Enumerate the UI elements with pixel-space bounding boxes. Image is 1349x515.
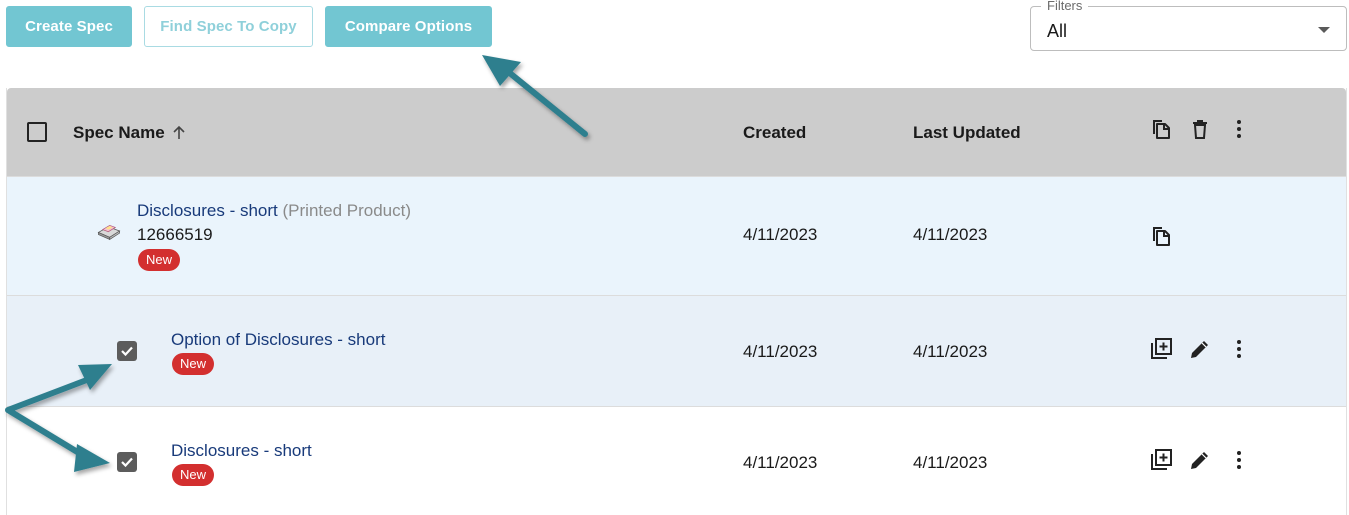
table-header: Spec Name Created Last Updated [7, 88, 1346, 176]
filters-legend: Filters [1041, 0, 1089, 13]
more-vert-icon[interactable] [1227, 448, 1251, 472]
row-checkbox[interactable] [117, 452, 137, 472]
table-row: Disclosures - short (Printed Product) 12… [7, 176, 1346, 295]
create-spec-button[interactable]: Create Spec [6, 6, 132, 47]
more-vert-icon[interactable] [1227, 117, 1251, 141]
select-all-checkbox[interactable] [27, 122, 47, 142]
spec-name-header-label: Spec Name [73, 123, 165, 142]
sort-up-arrow-icon [171, 125, 187, 141]
spec-name-text: Disclosures - short [137, 201, 278, 220]
copy-icon[interactable] [1149, 117, 1173, 141]
more-vert-icon[interactable] [1227, 337, 1251, 361]
created-header[interactable]: Created [743, 123, 806, 143]
spec-table: Spec Name Created Last Updated Disclosur… [6, 88, 1347, 515]
filters-selected-value: All [1047, 21, 1068, 41]
pencil-icon[interactable] [1188, 448, 1212, 472]
table-row: Disclosures - short New 4/11/2023 4/11/2… [7, 406, 1346, 515]
created-date: 4/11/2023 [743, 225, 818, 244]
find-spec-to-copy-button[interactable]: Find Spec To Copy [144, 6, 313, 47]
copy-icon[interactable] [1149, 224, 1173, 248]
add-box-icon[interactable] [1149, 337, 1173, 361]
created-date: 4/11/2023 [743, 453, 818, 472]
spec-name-link[interactable]: Option of Disclosures - short [171, 330, 385, 350]
last-updated-date: 4/11/2023 [913, 453, 988, 472]
created-date: 4/11/2023 [743, 342, 818, 361]
compare-options-button[interactable]: Compare Options [325, 6, 492, 47]
last-updated-date: 4/11/2023 [913, 342, 988, 361]
status-badge: New [172, 353, 215, 375]
spec-id: 12666519 [137, 225, 213, 244]
printed-product-icon [97, 219, 131, 247]
spec-name-header[interactable]: Spec Name [73, 123, 187, 143]
row-checkbox[interactable] [117, 341, 137, 361]
table-row: Option of Disclosures - short New 4/11/2… [7, 295, 1346, 406]
status-badge: New [138, 249, 181, 271]
status-badge: New [172, 464, 215, 486]
trash-icon[interactable] [1188, 117, 1212, 141]
pencil-icon[interactable] [1188, 337, 1212, 361]
spec-name-link[interactable]: Disclosures - short [171, 441, 312, 461]
last-updated-date: 4/11/2023 [913, 225, 988, 244]
spec-type-label: (Printed Product) [282, 201, 412, 220]
filters-select[interactable]: Filters All [1030, 0, 1347, 51]
add-box-icon[interactable] [1149, 448, 1173, 472]
last-updated-header[interactable]: Last Updated [913, 123, 1021, 143]
caret-down-icon [1318, 27, 1330, 33]
spec-name-link[interactable]: Disclosures - short (Printed Product) [137, 201, 411, 221]
